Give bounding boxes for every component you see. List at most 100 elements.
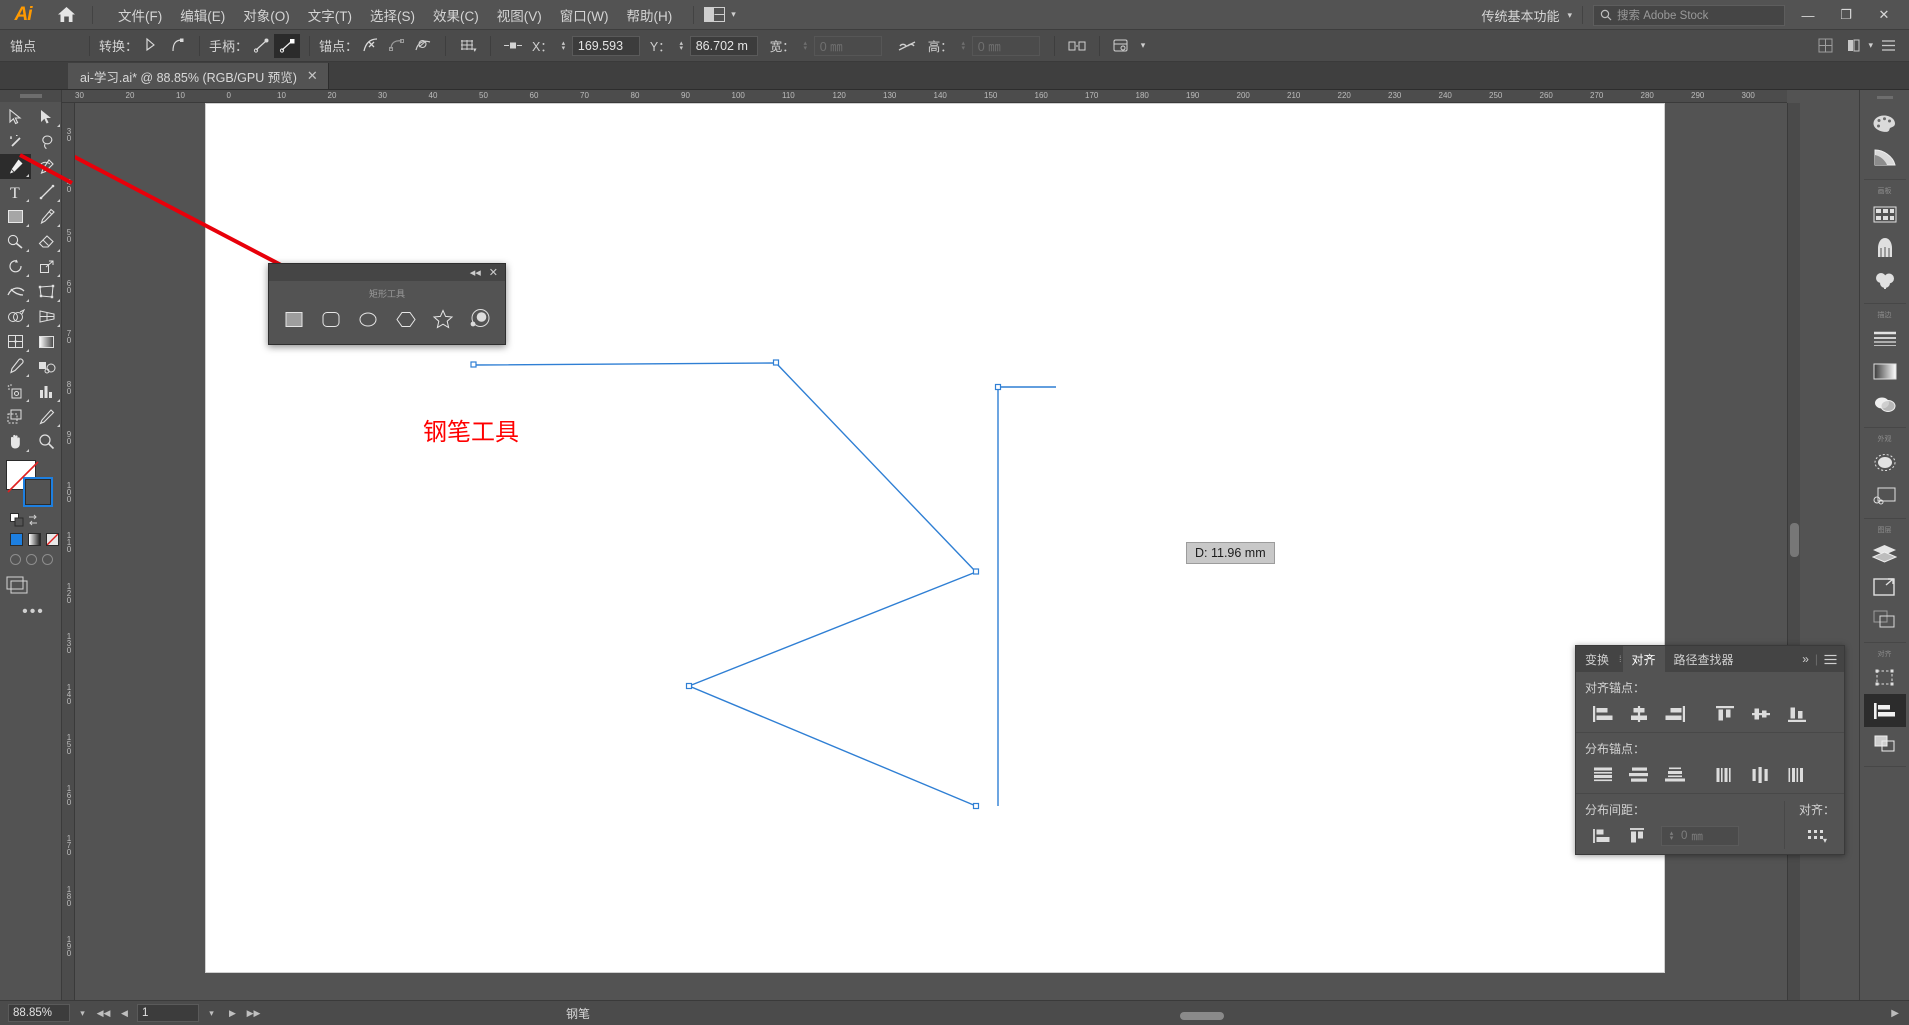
rounded-rectangle-tool[interactable] <box>314 304 347 334</box>
artboard-tool[interactable] <box>0 404 31 429</box>
x-input[interactable]: 169.593 <box>572 36 640 56</box>
cut-path-icon[interactable] <box>410 34 436 58</box>
slice-tool[interactable] <box>31 404 62 429</box>
color-icon[interactable] <box>10 533 23 546</box>
unlink-proportions-icon[interactable] <box>894 34 920 58</box>
align-panel[interactable]: 变换 ⁞ 对齐 路径查找器 » | 对齐锚点： <box>1575 645 1845 855</box>
zoom-chevron-down-icon[interactable]: ▾ <box>74 1003 91 1023</box>
menu-type[interactable]: 文字(T) <box>299 1 361 29</box>
rotate-tool[interactable] <box>0 254 31 279</box>
stroke-swatch[interactable] <box>23 477 53 507</box>
menu-window[interactable]: 窗口(W) <box>551 1 618 29</box>
stroke-lines-icon[interactable] <box>1864 322 1906 355</box>
symbol-sprayer-tool[interactable] <box>0 379 31 404</box>
rectangle-tool[interactable] <box>277 304 310 334</box>
type-tool[interactable]: T <box>0 179 31 204</box>
align-grid-icon[interactable]: ▾ <box>455 34 481 58</box>
align-to-icon[interactable]: ▾ <box>1799 823 1835 849</box>
horizontal-scrollbar-thumb[interactable] <box>1180 1012 1224 1020</box>
zoom-level-input[interactable]: 88.85% <box>8 1004 70 1022</box>
align-panel-icon[interactable] <box>1864 694 1906 727</box>
menu-object[interactable]: 对象(O) <box>234 1 299 29</box>
draw-normal-icon[interactable] <box>10 554 21 565</box>
color-guide-icon[interactable] <box>1864 140 1906 173</box>
layers-icon[interactable] <box>1864 537 1906 570</box>
column-graph-tool[interactable] <box>31 379 62 404</box>
pen-tool[interactable] <box>0 154 31 179</box>
palette-icon[interactable] <box>1864 107 1906 140</box>
menu-icon[interactable] <box>1875 34 1901 58</box>
restore-button[interactable]: ❐ <box>1827 0 1865 30</box>
hand-tool[interactable] <box>0 429 31 454</box>
menu-edit[interactable]: 编辑(E) <box>171 1 234 29</box>
dist-h-center-icon[interactable] <box>1743 762 1779 788</box>
last-artboard-button[interactable]: ▶▶ <box>245 1003 262 1023</box>
hide-handles-icon[interactable] <box>274 34 300 58</box>
convert-to-corner[interactable] <box>138 34 164 58</box>
canvas-area[interactable] <box>75 103 1787 1000</box>
first-artboard-button[interactable]: ◀◀ <box>95 1003 112 1023</box>
lasso-tool[interactable] <box>31 129 62 154</box>
dist-bottom-icon[interactable] <box>1657 762 1693 788</box>
dist-right-icon[interactable] <box>1779 762 1815 788</box>
star-tool[interactable] <box>426 304 459 334</box>
vertical-scrollbar-thumb[interactable] <box>1790 523 1799 557</box>
swap-fill-stroke-icon[interactable] <box>27 514 39 526</box>
gradient-swatch-icon[interactable] <box>28 533 41 546</box>
remove-anchor-icon[interactable] <box>358 34 384 58</box>
tab-pathfinder[interactable]: 路径查找器 <box>1665 646 1743 672</box>
h-space-icon[interactable] <box>1621 823 1657 849</box>
control-chevron-down-icon[interactable]: ▾ <box>1141 40 1146 51</box>
home-icon[interactable] <box>46 0 86 30</box>
free-transform-tool[interactable] <box>31 279 62 304</box>
transform-panel-icon[interactable] <box>1864 661 1906 694</box>
blend-tool[interactable] <box>31 354 62 379</box>
y-stepper[interactable]: ▴▾ <box>676 41 687 51</box>
horizontal-ruler[interactable]: 3020100102030405060708090100110120130140… <box>62 90 1787 103</box>
vertical-ruler[interactable]: 3 04 05 06 07 08 09 01 0 01 1 01 2 01 3 … <box>62 103 75 1000</box>
isolate-selected-icon[interactable] <box>500 34 526 58</box>
gradient-panel-icon[interactable] <box>1864 355 1906 388</box>
symbols-icon[interactable] <box>1864 264 1906 297</box>
width-tool[interactable] <box>0 279 31 304</box>
transparency-icon[interactable] <box>1864 388 1906 421</box>
shaper-tool[interactable] <box>0 229 31 254</box>
none-slash-icon[interactable] <box>46 533 59 546</box>
graphic-styles-icon[interactable] <box>1864 479 1906 512</box>
document-setup-icon[interactable] <box>1109 34 1135 58</box>
links-icon[interactable] <box>1864 603 1906 636</box>
selection-tool[interactable] <box>0 104 31 129</box>
zoom-tool[interactable] <box>31 429 62 454</box>
collapse-icon[interactable]: ◂◂ <box>470 266 481 279</box>
spacing-input[interactable]: ▴▾ 0 ㎜ <box>1661 826 1739 846</box>
curvature-tool[interactable] <box>31 154 62 179</box>
double-chevron-icon[interactable]: » <box>1802 652 1809 666</box>
v-space-icon[interactable] <box>1585 823 1621 849</box>
menu-effect[interactable]: 效果(C) <box>424 1 488 29</box>
vertical-scrollbar[interactable] <box>1787 103 1800 1000</box>
panel-menu-icon[interactable] <box>1824 654 1837 665</box>
close-button[interactable]: ✕ <box>1865 0 1903 30</box>
close-icon[interactable]: ✕ <box>307 68 318 84</box>
draw-behind-icon[interactable] <box>26 554 37 565</box>
page-chevron-down-icon[interactable]: ▾ <box>203 1003 220 1023</box>
workspace-name[interactable]: 传统基本功能 <box>1477 6 1563 25</box>
arrange-icon[interactable] <box>1840 34 1866 58</box>
polygon-tool[interactable] <box>389 304 422 334</box>
menu-help[interactable]: 帮助(H) <box>617 1 681 29</box>
tab-transform[interactable]: 变换 <box>1576 646 1618 672</box>
align-bottom-icon[interactable] <box>1779 701 1815 727</box>
screen-mode-icon[interactable] <box>6 565 61 595</box>
edit-toolbar-ellipsis-icon[interactable]: ••• <box>6 595 61 621</box>
show-handles-icon[interactable] <box>248 34 274 58</box>
magic-wand-tool[interactable] <box>0 129 31 154</box>
dist-v-center-icon[interactable] <box>1621 762 1657 788</box>
brushes-icon[interactable] <box>1864 231 1906 264</box>
eraser-tool[interactable] <box>31 229 62 254</box>
menu-view[interactable]: 视图(V) <box>488 1 551 29</box>
line-segment-tool[interactable] <box>31 179 62 204</box>
x-stepper[interactable]: ▴▾ <box>558 41 569 51</box>
eyedropper-tool[interactable] <box>0 354 31 379</box>
menu-file[interactable]: 文件(F) <box>109 1 171 29</box>
tab-align[interactable]: 对齐 <box>1623 646 1665 672</box>
